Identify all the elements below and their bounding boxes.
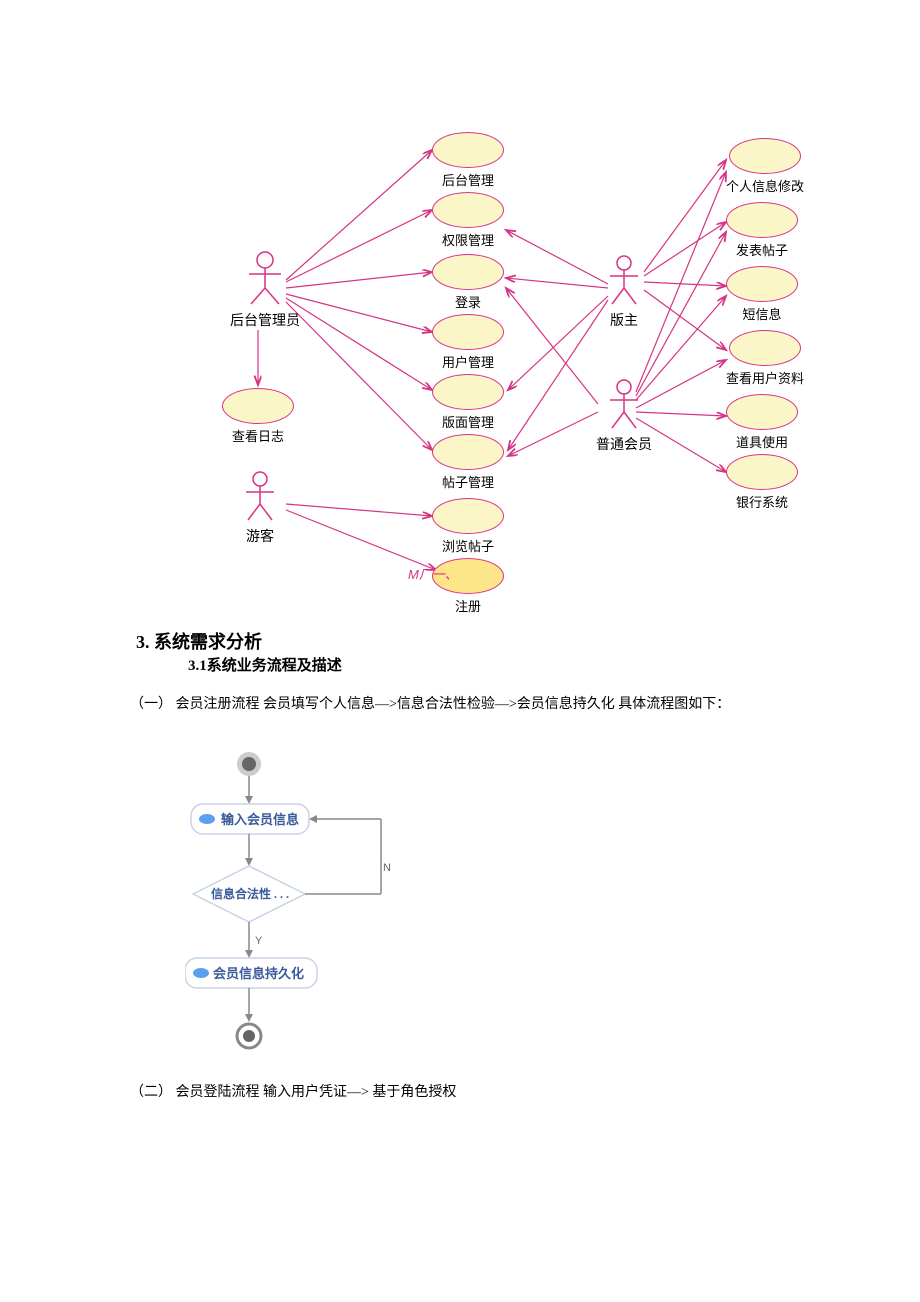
usecase-use-item: 道具使用 — [726, 394, 798, 451]
usecase-browse-posts: 浏览帖子 — [432, 498, 504, 555]
heading-section-3: 3. 系统需求分析 — [136, 628, 262, 654]
flow-decision: 信息合法性 . . . — [211, 886, 289, 901]
flow-step1: 输入会员信息 — [221, 812, 299, 827]
scribble: M厂一、 — [408, 564, 458, 583]
usecase-short-msg: 短信息 — [726, 266, 798, 323]
actor-admin: 后台管理员 — [230, 250, 300, 330]
usecase-post-mgmt: 帖子管理 — [432, 434, 504, 491]
usecase-view-user: 查看用户资料 — [726, 330, 804, 387]
usecase-publish-post: 发表帖子 — [726, 202, 798, 259]
flow-branch-no: N — [383, 862, 391, 874]
actor-member-label: 普通会员 — [596, 434, 652, 454]
usecase-edit-profile: 个人信息修改 — [726, 138, 804, 195]
actor-moderator: 版主 — [604, 254, 644, 330]
actor-member: 普通会员 — [596, 378, 652, 454]
para-1: （一） 会员注册流程 会员填写个人信息—>信息合法性检验—>会员信息持久化 具体… — [130, 692, 890, 717]
registration-flowchart: 输入会员信息 信息合法性 . . . N Y 会员信息持久化 — [185, 748, 445, 1068]
usecase-board-mgmt: 版面管理 — [432, 374, 504, 431]
flow-branch-yes: Y — [255, 935, 263, 947]
use-case-diagram: 后台管理员 查看日志 游客 后台管理 权限管理 登录 用户管理 版面管理 帖子管… — [0, 0, 920, 620]
usecase-login: 登录 — [432, 254, 504, 311]
heading-section-3-1: 3.1系统业务流程及描述 — [188, 654, 342, 675]
usecase-perm-mgmt: 权限管理 — [432, 192, 504, 249]
usecase-user-mgmt: 用户管理 — [432, 314, 504, 371]
actor-moderator-label: 版主 — [604, 310, 644, 330]
usecase-bank-system: 银行系统 — [726, 454, 798, 511]
actor-admin-label: 后台管理员 — [230, 310, 300, 330]
flow-step2: 会员信息持久化 — [213, 966, 304, 981]
usecase-backend-mgmt: 后台管理 — [432, 132, 504, 189]
actor-guest: 游客 — [240, 470, 280, 546]
actor-guest-label: 游客 — [240, 526, 280, 546]
para-2: （二） 会员登陆流程 输入用户凭证—> 基于角色授权 — [130, 1080, 890, 1105]
usecase-view-logs: 查看日志 — [222, 388, 294, 445]
